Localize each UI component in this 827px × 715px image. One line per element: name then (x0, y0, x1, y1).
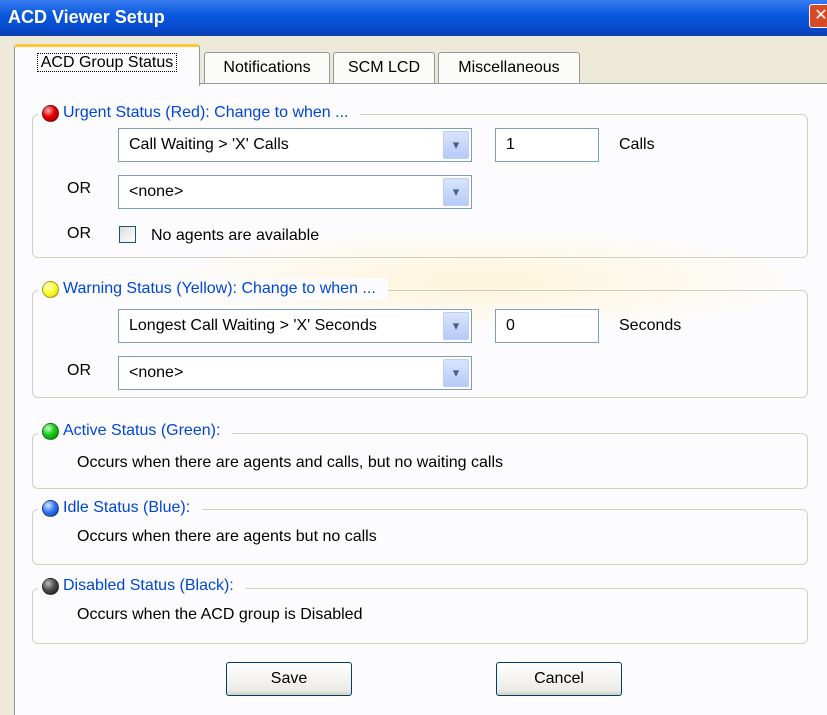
tab-notifications[interactable]: Notifications (204, 52, 330, 84)
urgent-value-input[interactable]: 1 (495, 128, 599, 162)
warning-or-label: OR (67, 362, 91, 379)
window-title: ACD Viewer Setup (8, 7, 165, 27)
disabled-status-label: Disabled Status (Black): (63, 577, 234, 594)
urgent-unit-label: Calls (619, 136, 655, 153)
chevron-down-icon[interactable]: ▾ (443, 312, 469, 340)
tab-label: Notifications (223, 59, 311, 76)
warning-second-condition-value: <none> (129, 364, 184, 381)
active-status-description: Occurs when there are agents and calls, … (77, 454, 504, 471)
tab-label: Miscellaneous (458, 59, 560, 76)
urgent-or-label: OR (67, 180, 91, 197)
warning-value-input[interactable]: 0 (495, 309, 599, 343)
green-status-icon (42, 422, 59, 440)
tab-strip: ACD Group Status Notifications SCM LCD M… (14, 44, 814, 86)
cancel-button[interactable]: Cancel (496, 662, 622, 696)
active-status-label: Active Status (Green): (63, 422, 221, 439)
tab-label: ACD Group Status (36, 53, 178, 72)
urgent-status-label: Urgent Status (Red): Change to when ... (63, 104, 349, 121)
chevron-down-icon[interactable]: ▾ (443, 359, 469, 387)
disabled-status-description: Occurs when the ACD group is Disabled (77, 606, 363, 623)
warning-second-condition-select[interactable]: <none> ▾ (118, 356, 472, 390)
idle-status-label: Idle Status (Blue): (63, 499, 191, 516)
warning-value-text: 0 (506, 317, 515, 334)
chevron-down-icon[interactable]: ▾ (443, 178, 469, 206)
urgent-second-condition-value: <none> (129, 183, 184, 200)
warning-unit-label: Seconds (619, 317, 682, 334)
title-bar: ACD Viewer Setup ✕ (0, 0, 827, 36)
urgent-value-text: 1 (506, 136, 515, 153)
red-status-icon (42, 104, 59, 122)
urgent-status-legend: Urgent Status (Red): Change to when ... (38, 102, 361, 124)
urgent-condition-value: Call Waiting > 'X' Calls (129, 136, 289, 153)
tab-scm-lcd[interactable]: SCM LCD (333, 52, 435, 84)
urgent-condition-select[interactable]: Call Waiting > 'X' Calls ▾ (118, 128, 472, 162)
tab-label: SCM LCD (347, 59, 420, 76)
tab-acd-group-status[interactable]: ACD Group Status (14, 44, 200, 86)
warning-condition-select[interactable]: Longest Call Waiting > 'X' Seconds ▾ (118, 309, 472, 343)
idle-status-legend: Idle Status (Blue): (38, 497, 203, 519)
group-border-line (360, 113, 760, 114)
blue-status-icon (42, 499, 59, 517)
urgent-or-label-2: OR (67, 225, 91, 242)
close-icon[interactable]: ✕ (809, 4, 827, 28)
group-border-line (246, 586, 760, 587)
chevron-down-icon[interactable]: ▾ (443, 131, 469, 159)
no-agents-label: No agents are available (151, 227, 320, 244)
black-status-icon (42, 577, 59, 595)
disabled-status-legend: Disabled Status (Black): (38, 575, 246, 597)
warning-status-legend: Warning Status (Yellow): Change to when … (38, 278, 388, 300)
group-border-line (388, 289, 760, 290)
warning-condition-value: Longest Call Waiting > 'X' Seconds (129, 317, 377, 334)
save-button[interactable]: Save (226, 662, 352, 696)
no-agents-checkbox[interactable] (119, 226, 136, 243)
urgent-second-condition-select[interactable]: <none> ▾ (118, 175, 472, 209)
group-border-line (202, 508, 760, 509)
group-border-line (232, 431, 760, 432)
yellow-status-icon (42, 280, 59, 298)
warning-status-label: Warning Status (Yellow): Change to when … (63, 280, 376, 297)
tab-miscellaneous[interactable]: Miscellaneous (438, 52, 580, 84)
idle-status-description: Occurs when there are agents but no call… (77, 528, 377, 545)
active-status-legend: Active Status (Green): (38, 420, 233, 442)
